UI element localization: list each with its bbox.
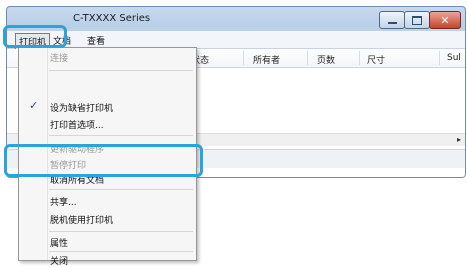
menu-item-sharing[interactable]: 共享...	[50, 195, 77, 208]
highlight-cancel-all-documents	[4, 144, 203, 177]
window-title: C-TXXXX Series	[73, 13, 151, 24]
column-separator	[359, 51, 360, 65]
menu-separator	[49, 189, 193, 190]
menu-separator	[49, 135, 193, 136]
column-pages[interactable]: 页数	[317, 53, 335, 66]
menu-item-print-preferences[interactable]: 打印首选项...	[50, 118, 104, 131]
column-size[interactable]: 尺寸	[367, 53, 385, 66]
scroll-right-icon[interactable]: ▸	[457, 135, 461, 144]
close-icon: ✕	[440, 13, 450, 27]
column-separator	[439, 51, 440, 65]
maximize-button[interactable]	[404, 11, 430, 29]
highlight-printer-menu	[3, 25, 67, 48]
menu-item-connect[interactable]: 连接	[50, 51, 68, 64]
title-bar[interactable]: C-TXXXX Series ✕	[7, 7, 465, 31]
checkmark-icon: ✓	[29, 99, 39, 112]
menu-item-use-offline[interactable]: 脱机使用打印机	[50, 213, 113, 226]
menu-item-set-default[interactable]: 设为缺省打印机	[50, 101, 113, 114]
menu-view[interactable]: 查看	[87, 34, 105, 47]
menu-item-close[interactable]: 关闭	[50, 254, 68, 267]
column-separator	[307, 51, 308, 65]
menu-item-properties[interactable]: 属性	[50, 236, 68, 249]
menu-separator	[49, 251, 193, 252]
column-separator	[243, 51, 244, 65]
minimize-button[interactable]	[379, 11, 405, 29]
menu-separator	[49, 70, 193, 71]
maximize-icon	[412, 15, 422, 25]
column-submitted[interactable]: Sul	[447, 53, 461, 63]
close-button[interactable]: ✕	[429, 11, 461, 29]
column-owner[interactable]: 所有者	[253, 53, 280, 66]
menu-separator	[49, 231, 193, 232]
minimize-icon	[387, 22, 397, 24]
